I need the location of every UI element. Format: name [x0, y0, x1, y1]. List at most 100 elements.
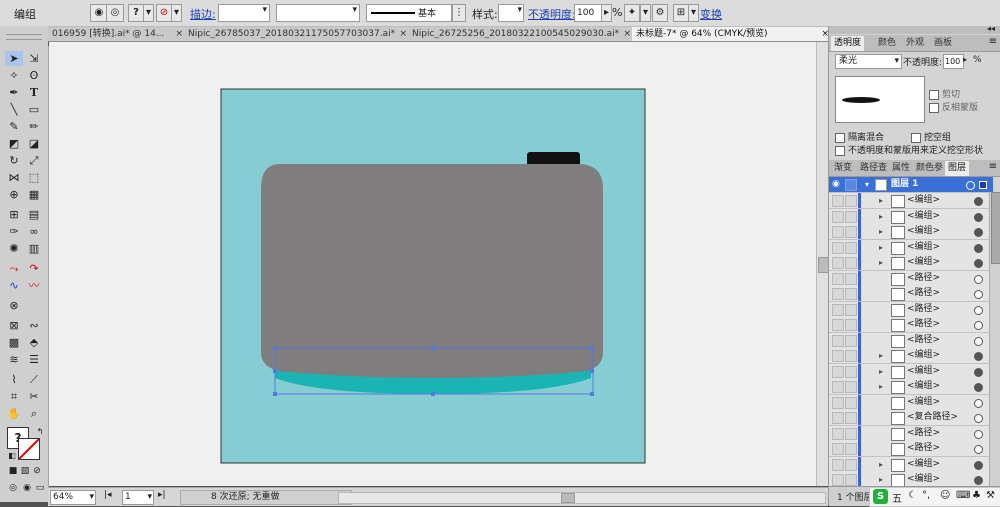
- fill-question-icon[interactable]: ?: [128, 4, 144, 22]
- visibility-toggle-icon[interactable]: [832, 257, 844, 269]
- isolate-blending-checkbox[interactable]: 隔离混合: [835, 130, 884, 143]
- curvature-tool-icon[interactable]: ↷: [25, 261, 43, 276]
- visibility-toggle-icon[interactable]: [832, 396, 844, 409]
- anchor-add-tool-icon[interactable]: ⤳: [5, 261, 23, 276]
- last-artboard-icon[interactable]: ▸|: [158, 490, 166, 500]
- lock-toggle-icon[interactable]: [845, 412, 857, 424]
- target-circle-icon[interactable]: [974, 274, 983, 284]
- target-circle-icon[interactable]: [974, 414, 983, 423]
- visibility-toggle-icon[interactable]: [832, 319, 844, 331]
- blob-brush-tool-icon[interactable]: ◩: [5, 136, 23, 151]
- target-circle-icon[interactable]: [974, 383, 983, 392]
- target-circle-icon[interactable]: [974, 445, 983, 454]
- tab-attributes[interactable]: 属性: [889, 161, 913, 176]
- swap-colors-icon[interactable]: ↰: [31, 424, 49, 439]
- target-circle-icon[interactable]: [974, 259, 983, 268]
- visibility-toggle-icon[interactable]: [832, 350, 844, 362]
- tab-artboard[interactable]: 画板: [931, 36, 955, 51]
- layer-item-row[interactable]: <复合路径>: [829, 410, 993, 426]
- live-paint-tool-icon[interactable]: ⬘: [25, 335, 43, 350]
- layer-item-row[interactable]: <路径>: [829, 301, 993, 318]
- lock-toggle-icon[interactable]: [845, 474, 857, 486]
- target-circle-icon[interactable]: [974, 321, 983, 330]
- selection-square-icon[interactable]: [979, 181, 987, 189]
- chevron-down-icon[interactable]: ▾: [865, 177, 869, 192]
- scroll-thumb[interactable]: [561, 493, 575, 503]
- artboard-tool-icon[interactable]: ⊠: [5, 318, 23, 333]
- visibility-toggle-icon[interactable]: [832, 226, 844, 238]
- target-circle-icon[interactable]: [974, 228, 983, 237]
- expand-triangle-icon[interactable]: ▸: [879, 472, 883, 487]
- layers-scrollbar[interactable]: [989, 192, 1000, 486]
- lock-toggle-icon[interactable]: [845, 334, 857, 347]
- paintbrush-tool-icon[interactable]: ✎: [5, 119, 23, 134]
- punctuation-icon[interactable]: °,: [922, 490, 930, 501]
- opacity-link[interactable]: 不透明度:: [528, 6, 576, 22]
- layer-item-row[interactable]: <路径>: [829, 332, 993, 349]
- width-tool-icon[interactable]: ⋈: [5, 170, 23, 185]
- visibility-toggle-icon[interactable]: [832, 210, 844, 223]
- symbol-sprayer-tool-icon[interactable]: ✺: [5, 241, 23, 256]
- item-name[interactable]: <编组>: [907, 379, 940, 394]
- item-name[interactable]: <复合路径>: [907, 410, 958, 425]
- lasso-tool-icon[interactable]: ʘ: [25, 68, 43, 83]
- lock-toggle-icon[interactable]: [845, 443, 857, 455]
- mesh-grid-tool-icon[interactable]: ▩: [5, 335, 23, 350]
- pencil-tool-icon[interactable]: ✏: [25, 119, 43, 134]
- lock-toggle-icon[interactable]: [845, 226, 857, 238]
- item-name[interactable]: <编组>: [907, 224, 940, 239]
- variable-width-select[interactable]: ▾: [276, 4, 360, 22]
- magic-wand-tool-icon[interactable]: ✧: [5, 68, 23, 83]
- lock-toggle-icon[interactable]: [845, 195, 857, 207]
- lock-toggle-icon[interactable]: [845, 365, 857, 378]
- canvas-area[interactable]: [49, 42, 819, 486]
- visibility-toggle-icon[interactable]: [832, 474, 844, 486]
- eraser-tool-icon[interactable]: ◪: [25, 136, 43, 151]
- tab-layers[interactable]: 图层: [945, 161, 970, 176]
- scroll-thumb[interactable]: [991, 192, 1000, 264]
- visibility-toggle-icon[interactable]: [832, 288, 844, 300]
- layer-item-row[interactable]: <路径>: [829, 286, 993, 302]
- moon-icon[interactable]: ☾: [908, 490, 917, 501]
- item-name[interactable]: <编组>: [907, 193, 940, 208]
- selection-tool-icon[interactable]: ➤: [5, 51, 23, 66]
- expand-triangle-icon[interactable]: ▸: [879, 255, 883, 270]
- layer-item-row[interactable]: ▸ <编组>: [829, 363, 993, 380]
- recolor-icon[interactable]: ✦: [624, 4, 640, 22]
- item-name[interactable]: <编组>: [907, 255, 940, 270]
- item-name[interactable]: <编组>: [907, 457, 940, 472]
- none-mode-icon[interactable]: ⊘: [28, 464, 46, 479]
- layer-item-row[interactable]: ▸ <编组>: [829, 456, 993, 473]
- item-name[interactable]: <路径>: [907, 302, 940, 317]
- lock-toggle-icon[interactable]: [845, 179, 857, 191]
- lock-toggle-icon[interactable]: [845, 381, 857, 393]
- pen-tool-icon[interactable]: ✒: [5, 85, 23, 100]
- expand-triangle-icon[interactable]: ▸: [879, 209, 883, 224]
- item-name[interactable]: <路径>: [907, 441, 940, 456]
- tab-pathfinder[interactable]: 路径查: [857, 161, 890, 176]
- zoom-tool-icon[interactable]: ⌕: [25, 406, 43, 421]
- close-icon[interactable]: ×: [175, 27, 183, 41]
- target-circle-icon[interactable]: [974, 352, 983, 361]
- layer-row-main[interactable]: ◉ ▾ 图层 1: [829, 177, 993, 193]
- ime-logo-icon[interactable]: S: [873, 489, 888, 504]
- item-name[interactable]: <编组>: [907, 364, 940, 379]
- lock-toggle-icon[interactable]: [845, 396, 857, 409]
- lock-toggle-icon[interactable]: [845, 241, 857, 254]
- layer-item-row[interactable]: <路径>: [829, 425, 993, 442]
- item-name[interactable]: <路径>: [907, 286, 940, 301]
- lock-toggle-icon[interactable]: [845, 288, 857, 300]
- lock-toggle-icon[interactable]: [845, 350, 857, 362]
- item-name[interactable]: <编组>: [907, 240, 940, 255]
- type-tool-icon[interactable]: T: [25, 85, 43, 100]
- opacity-input[interactable]: 100: [574, 4, 602, 22]
- expand-triangle-icon[interactable]: ▸: [879, 379, 883, 394]
- close-icon[interactable]: ×: [399, 27, 407, 41]
- stroke-weight-input[interactable]: ▾: [218, 4, 270, 22]
- screen-mode-icon[interactable]: ▭: [31, 481, 49, 496]
- layer-item-row[interactable]: <编组>: [829, 394, 993, 411]
- document-tab[interactable]: 016959 [转换].ai* @ 14... ×: [48, 27, 187, 41]
- item-name[interactable]: <路径>: [907, 426, 940, 441]
- crop-tool-icon[interactable]: ⌗: [5, 389, 23, 404]
- visibility-toggle-icon[interactable]: [832, 195, 844, 207]
